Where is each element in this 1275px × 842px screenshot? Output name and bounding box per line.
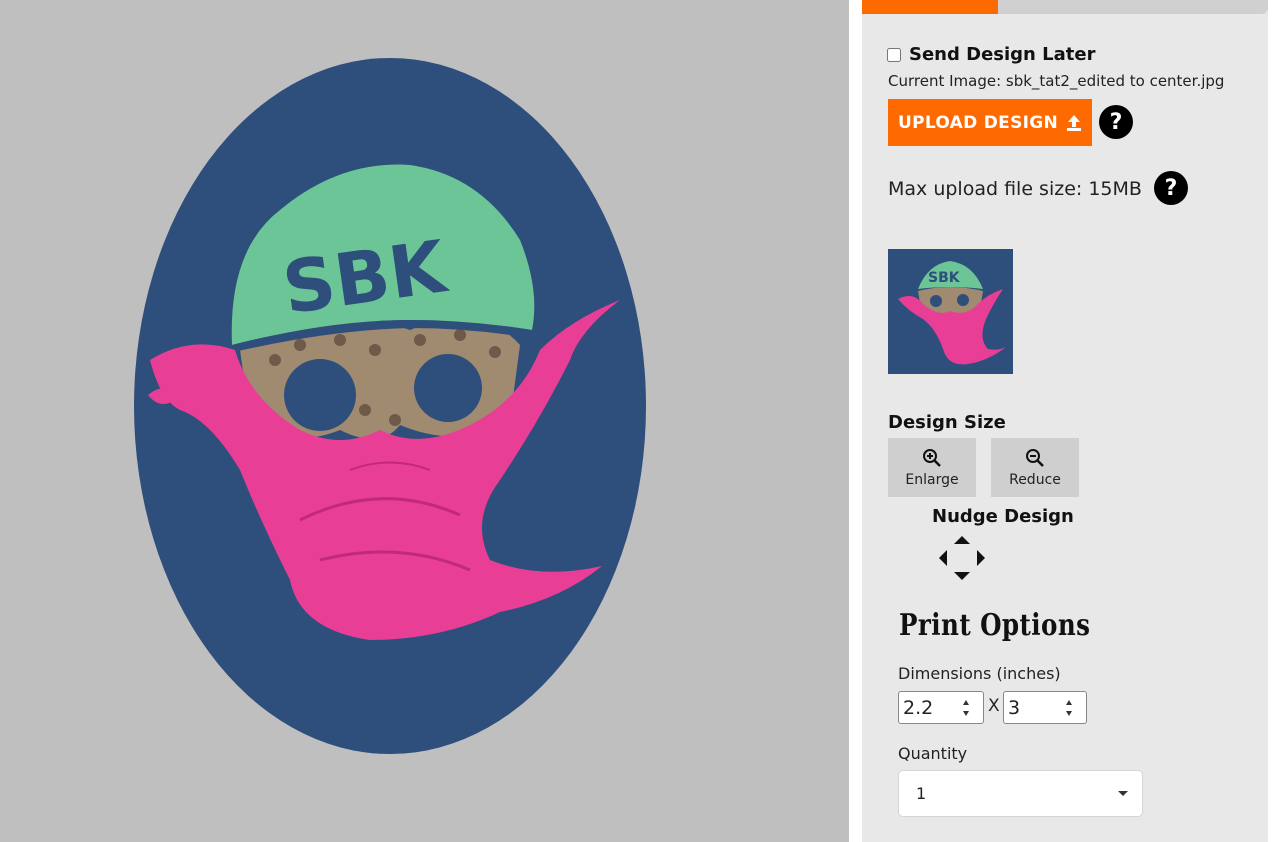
oval-design-preview: SBK	[134, 58, 646, 754]
nudge-up-icon[interactable]	[954, 536, 970, 544]
max-size-help-icon[interactable]: ?	[1154, 171, 1188, 205]
nudge-left-icon[interactable]	[939, 550, 947, 566]
nudge-right-icon[interactable]	[977, 550, 985, 566]
reduce-label: Reduce	[1009, 471, 1061, 488]
upload-help-icon[interactable]: ?	[1099, 105, 1133, 139]
nudge-design-title: Nudge Design	[932, 506, 1074, 527]
design-canvas[interactable]: SBK	[0, 0, 849, 842]
nudge-arrows	[939, 536, 985, 580]
design-thumbnail: SBK	[888, 249, 1013, 374]
dimension-separator: X	[988, 696, 1000, 716]
nudge-down-icon[interactable]	[954, 572, 970, 580]
thumbnail-logo-text: SBK	[928, 270, 961, 286]
upload-button-label: UPLOAD DESIGN	[897, 112, 1059, 133]
width-spinner-icon[interactable]	[963, 698, 969, 718]
chevron-down-icon	[1118, 791, 1128, 796]
upload-icon	[1067, 114, 1082, 131]
enlarge-label: Enlarge	[905, 471, 959, 488]
design-size-title: Design Size	[888, 412, 1006, 433]
height-spinner-icon[interactable]	[1066, 698, 1072, 718]
print-options-title: Print Options	[899, 608, 1091, 643]
reduce-button[interactable]: Reduce	[991, 438, 1079, 497]
panel-tab-bar	[862, 0, 1268, 14]
max-upload-size-label: Max upload file size: 15MB	[888, 178, 1142, 200]
enlarge-button[interactable]: Enlarge	[888, 438, 976, 497]
upload-design-button[interactable]: UPLOAD DESIGN	[888, 99, 1092, 146]
send-later-option[interactable]: Send Design Later	[887, 44, 1095, 65]
dimensions-label: Dimensions (inches)	[898, 664, 1061, 683]
quantity-select[interactable]: 1	[898, 770, 1143, 817]
thumbnail-image: SBK	[888, 249, 1013, 374]
zoom-out-icon	[1026, 448, 1044, 467]
height-value: 3	[1008, 696, 1021, 719]
options-panel: Send Design Later Current Image: sbk_tat…	[862, 0, 1268, 842]
tab-design-active[interactable]	[862, 0, 998, 14]
current-image-label: Current Image: sbk_tat2_edited to center…	[888, 72, 1225, 90]
zoom-in-icon	[923, 448, 941, 467]
send-later-checkbox[interactable]	[887, 47, 901, 62]
panel-gutter	[849, 0, 862, 842]
width-value: 2.2	[903, 696, 934, 719]
send-later-label: Send Design Later	[909, 44, 1096, 65]
quantity-label: Quantity	[898, 744, 968, 763]
width-input[interactable]: 2.2	[898, 691, 984, 724]
height-input[interactable]: 3	[1003, 691, 1087, 724]
quantity-value: 1	[916, 784, 927, 803]
